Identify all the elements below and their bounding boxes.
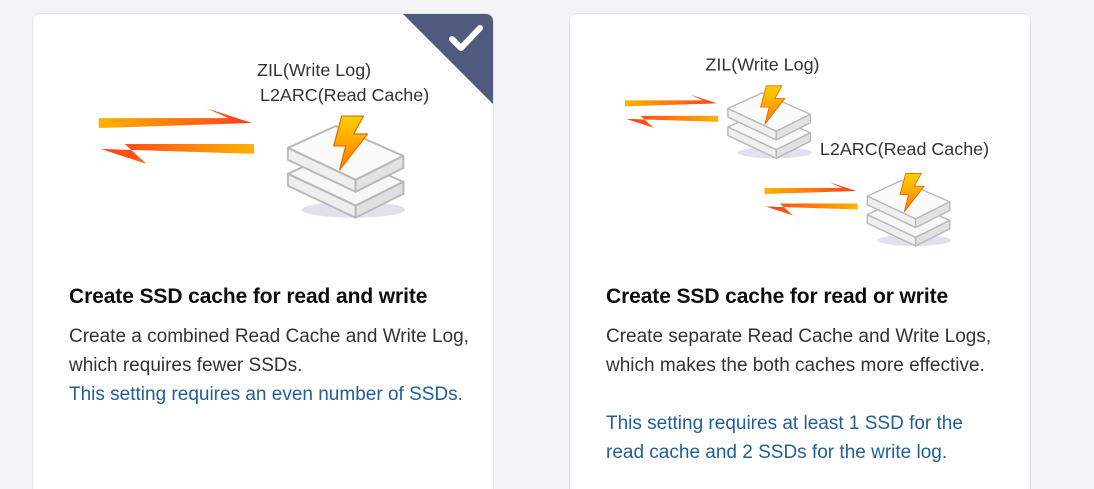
ssd-stack-icon	[727, 85, 813, 160]
bidirectional-arrows-icon	[98, 108, 255, 164]
card-title: Create SSD cache for read and write	[69, 285, 428, 308]
ssd-stack-icon	[866, 172, 952, 247]
selected-corner-badge	[403, 14, 493, 104]
card-requirement-note: This setting requires at least 1 SSD for…	[606, 413, 963, 463]
separate-cache-illustration: ZIL(Write Log) L2ARC(Read Cache)	[624, 54, 989, 247]
cache-option-card-read-write[interactable]: ZIL(Write Log) L2ARC(Read Cache) Create …	[32, 13, 494, 489]
card-description: Create separate Read Cache and Write Log…	[606, 326, 992, 376]
l2arc-label: L2ARC(Read Cache)	[820, 139, 989, 159]
card-title: Create SSD cache for read or write	[606, 285, 949, 308]
zil-label: ZIL(Write Log)	[705, 54, 819, 74]
read-arrows-icon	[764, 181, 858, 216]
zil-label: ZIL(Write Log)	[257, 60, 371, 80]
write-arrows-icon	[624, 94, 719, 128]
card-description: Create a combined Read Cache and Write L…	[69, 326, 469, 376]
cache-option-card-read-or-write[interactable]: ZIL(Write Log) L2ARC(Read Cache) Create …	[569, 13, 1031, 489]
ssd-stack-icon	[286, 115, 407, 219]
card-requirement-note: This setting requires an even number of …	[69, 384, 463, 405]
